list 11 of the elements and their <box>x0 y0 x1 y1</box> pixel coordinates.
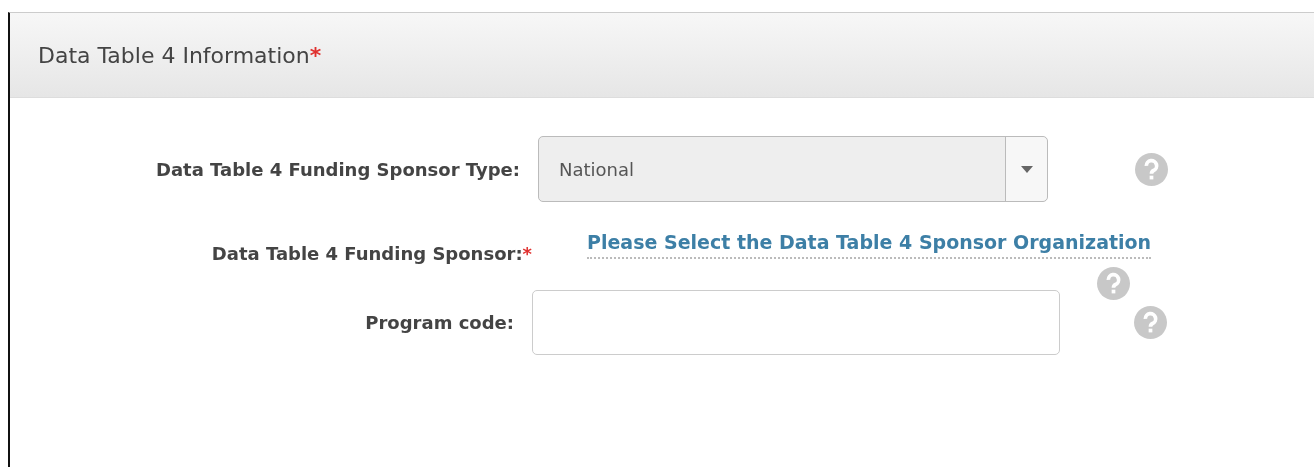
required-asterisk: * <box>522 243 532 264</box>
field-label: Data Table 4 Funding Sponsor Type: <box>156 158 520 180</box>
panel-title: Data Table 4 Information <box>38 42 310 68</box>
sponsor-link[interactable]: Please Select the Data Table 4 Sponsor Organization <box>587 228 1152 259</box>
help-icon[interactable] <box>1134 305 1167 339</box>
input-field[interactable] <box>532 289 1060 355</box>
required-asterisk: * <box>309 42 322 68</box>
field-label: Program code: <box>365 311 514 333</box>
field-label: Data Table 4 Funding Sponsor: <box>211 243 523 264</box>
caret-icon <box>1020 165 1033 173</box>
help-icon[interactable] <box>1097 266 1130 300</box>
